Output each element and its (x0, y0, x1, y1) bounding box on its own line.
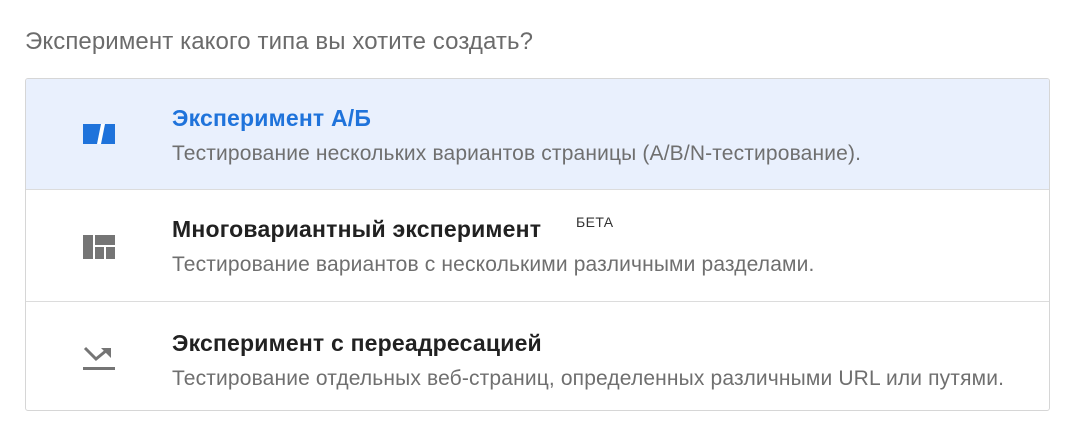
beta-badge: БЕТА (576, 214, 614, 230)
redirect-arrow-icon (83, 346, 115, 370)
option-title: Эксперимент с переадресацией (172, 330, 542, 356)
option-multivariate-experiment[interactable]: Многовариантный эксперимент БЕТА Тестиро… (26, 189, 1049, 301)
option-description: Тестирование нескольких вариантов страни… (172, 142, 862, 165)
option-description: Тестирование вариантов с несколькими раз… (172, 253, 815, 276)
option-title: Многовариантный эксперимент (172, 216, 542, 242)
option-redirect-experiment[interactable]: Эксперимент с переадресацией Тестировани… (26, 301, 1049, 410)
ab-test-icon (83, 124, 115, 144)
option-ab-experiment[interactable]: Эксперимент А/Б Тестирование нескольких … (26, 79, 1049, 189)
option-title: Эксперимент А/Б (172, 105, 372, 131)
experiment-type-list: Эксперимент А/Б Тестирование нескольких … (25, 78, 1050, 411)
option-description: Тестирование отдельных веб-страниц, опре… (172, 367, 1005, 390)
experiment-type-prompt: Эксперимент какого типа вы хотите создат… (25, 28, 534, 55)
multivariate-grid-icon (83, 235, 115, 259)
